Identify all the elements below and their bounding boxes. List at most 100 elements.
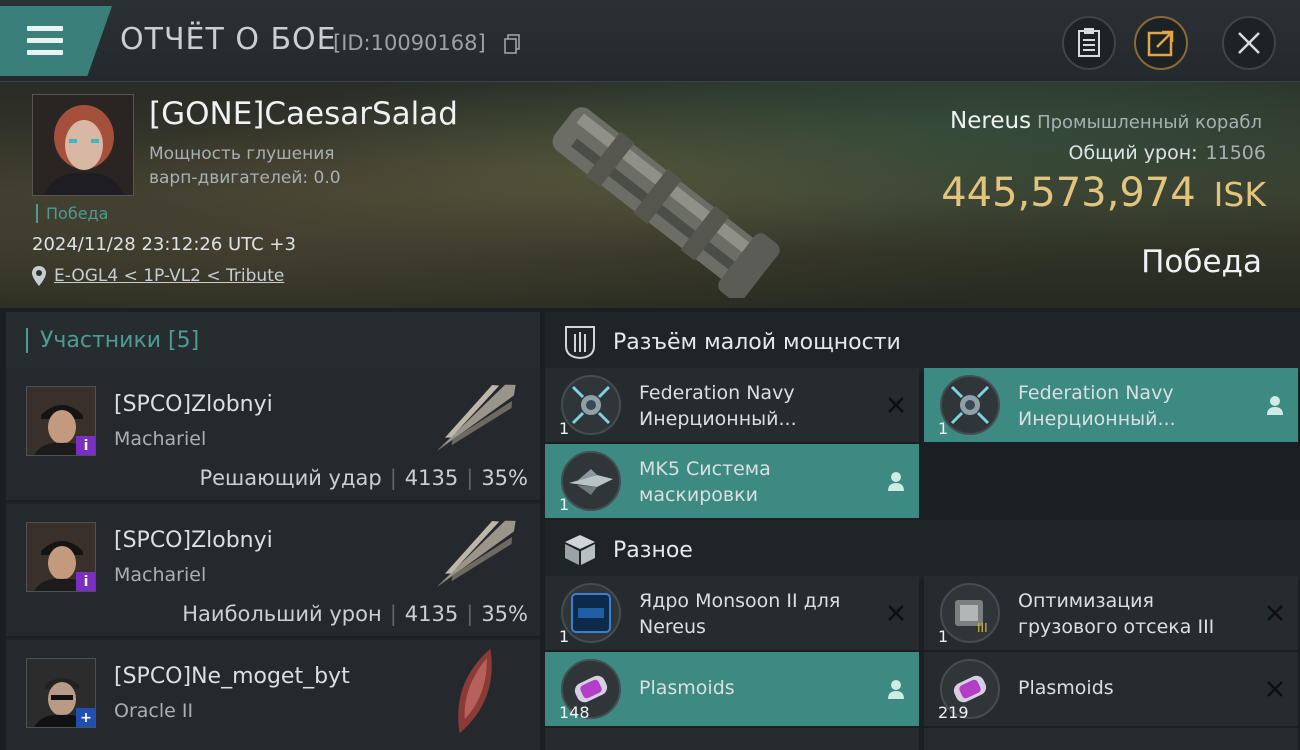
victim-portrait[interactable] xyxy=(32,94,134,196)
participant-damage: 4135 xyxy=(404,602,459,626)
cargo-item-partial[interactable] xyxy=(924,728,1298,750)
participant-ship: Machariel xyxy=(114,428,207,450)
item-quantity: 1 xyxy=(938,419,949,438)
warp-scramble-line2: варп-двигателей: 0.0 xyxy=(149,168,341,188)
victim-name[interactable]: [GONE]CaesarSalad xyxy=(149,96,458,132)
item-quantity: 1 xyxy=(559,495,570,514)
destroyed-icon xyxy=(885,394,907,416)
low-slot-icon xyxy=(565,326,595,360)
section-title: Разное xyxy=(613,537,693,563)
page-title: ОТЧЁТ О БОЕ xyxy=(120,22,337,57)
location-pin-icon xyxy=(32,266,46,286)
fitting-item[interactable]: 1 MK5 Система маскировки xyxy=(545,444,919,518)
participant-stats: Наибольший урон | 4135 | 35% xyxy=(182,602,528,626)
victim-ship-image xyxy=(552,107,780,298)
isk-value: 445,573,974 ISK xyxy=(941,170,1266,216)
warp-scramble-strength: Мощность глушения варп-двигателей: 0.0 xyxy=(149,142,389,190)
cargo-item[interactable]: 219 Plasmoids xyxy=(924,652,1298,726)
svg-text:III: III xyxy=(977,621,988,634)
share-button[interactable] xyxy=(1134,16,1188,70)
info-badge-icon: i xyxy=(76,572,95,591)
ship-image xyxy=(458,648,492,734)
dropped-person-icon xyxy=(885,678,907,700)
location-link[interactable]: E-OGL4 < 1P-VL2 < Tribute xyxy=(54,266,284,286)
close-button[interactable] xyxy=(1222,16,1276,70)
dropped-person-icon xyxy=(1264,394,1286,416)
stat-divider: | xyxy=(466,466,474,490)
total-damage-label: Общий урон: xyxy=(1068,142,1198,164)
ship-core-icon xyxy=(561,583,621,643)
inertial-stabilizer-icon xyxy=(940,375,1000,435)
participants-label: Участники [5] xyxy=(26,327,199,353)
stat-divider: | xyxy=(389,602,397,626)
participant-role: Наибольший урон xyxy=(182,602,382,626)
item-name-line2: грузового отсека III xyxy=(1018,616,1215,638)
fitting-item[interactable]: 1 Federation Navy Инерционный... xyxy=(924,368,1298,442)
clipboard-icon xyxy=(1078,28,1100,57)
item-name-line2: Инерционный... xyxy=(1018,408,1176,430)
ship-image xyxy=(436,520,516,588)
report-id: [ID:10090168] xyxy=(333,31,486,55)
avatar[interactable]: + xyxy=(26,658,96,728)
destroyed-icon xyxy=(1264,678,1286,700)
item-name: Federation Navy Инерционный... xyxy=(639,380,879,432)
item-quantity: 148 xyxy=(559,703,590,722)
copy-icon[interactable] xyxy=(504,34,520,54)
participant-name[interactable]: [SPCO]Ne_moget_byt xyxy=(114,664,350,689)
victim-ship-name: Nereus xyxy=(950,108,1032,134)
top-bar: ОТЧЁТ О БОЕ [ID:10090168] xyxy=(0,0,1300,82)
stat-divider: | xyxy=(389,466,397,490)
close-icon xyxy=(1238,32,1260,54)
clipboard-button[interactable] xyxy=(1062,16,1116,70)
item-name-line1: Ядро Monsoon II для xyxy=(639,590,841,612)
participant-row[interactable]: i [SPCO]Zlobnyi Machariel Решающий удар |… xyxy=(6,368,540,502)
avatar[interactable]: i xyxy=(26,386,96,456)
section-misc: Разное xyxy=(545,520,1300,580)
item-name: Оптимизация грузового отсека III xyxy=(1018,588,1258,640)
dropped-person-icon xyxy=(885,470,907,492)
section-low-slots: Разъём малой мощности xyxy=(545,312,1300,372)
cargo-item-partial[interactable] xyxy=(545,728,919,750)
cargo-item[interactable]: 148 Plasmoids xyxy=(545,652,919,726)
item-name: Plasmoids xyxy=(639,677,735,699)
victim-banner: [GONE]CaesarSalad Мощность глушения варп… xyxy=(0,82,1300,308)
avatar[interactable]: i xyxy=(26,522,96,592)
victory-tag: Победа xyxy=(36,204,108,223)
isk-amount: 445,573,974 xyxy=(941,170,1196,216)
fitting-item[interactable]: 1 Federation Navy Инерционный... xyxy=(545,368,919,442)
destroyed-icon xyxy=(885,602,907,624)
kill-location[interactable]: E-OGL4 < 1P-VL2 < Tribute xyxy=(32,266,284,286)
item-quantity: 1 xyxy=(559,419,570,438)
total-damage-value: 11506 xyxy=(1205,142,1266,164)
item-name: Ядро Monsoon II для Nereus xyxy=(639,588,879,640)
participant-row[interactable]: i [SPCO]Zlobnyi Machariel Наибольший уро… xyxy=(6,504,540,638)
kill-datetime: 2024/11/28 23:12:26 UTC +3 xyxy=(32,234,296,255)
section-title: Разъём малой мощности xyxy=(613,329,901,355)
participants-panel: Участники [5] i [SPCO]Zlobnyi Machariel … xyxy=(6,312,540,750)
item-name: Plasmoids xyxy=(1018,677,1114,699)
menu-icon xyxy=(27,26,63,62)
item-name-line2: Nereus xyxy=(639,616,706,638)
cloaking-device-icon xyxy=(561,451,621,511)
participant-name[interactable]: [SPCO]Zlobnyi xyxy=(114,528,273,553)
item-name-line2: маскировки xyxy=(639,484,758,506)
participant-row[interactable]: + [SPCO]Ne_moget_byt Oracle II xyxy=(6,640,540,750)
destroyed-icon xyxy=(1264,602,1286,624)
total-damage: Общий урон: 11506 xyxy=(1068,142,1266,164)
victim-ship[interactable]: Nereus Промышленный корабл xyxy=(950,108,1262,134)
menu-button[interactable] xyxy=(0,6,112,76)
participant-role: Решающий удар xyxy=(199,466,382,490)
ship-image xyxy=(436,384,516,452)
cargo-item[interactable]: III 1 Оптимизация грузового отсека III xyxy=(924,576,1298,650)
item-name: Federation Navy Инерционный... xyxy=(1018,380,1258,432)
item-name: MK5 Система маскировки xyxy=(639,456,879,508)
cargo-optimization-icon: III xyxy=(940,583,1000,643)
item-name-line1: MK5 Система xyxy=(639,458,771,480)
participant-name[interactable]: [SPCO]Zlobnyi xyxy=(114,392,273,417)
cargo-item[interactable]: 1 Ядро Monsoon II для Nereus xyxy=(545,576,919,650)
share-icon xyxy=(1147,30,1174,57)
info-badge-icon: i xyxy=(76,436,95,455)
inertial-stabilizer-icon xyxy=(561,375,621,435)
victim-ship-class: Промышленный корабл xyxy=(1037,112,1262,133)
participant-percent: 35% xyxy=(481,466,528,490)
